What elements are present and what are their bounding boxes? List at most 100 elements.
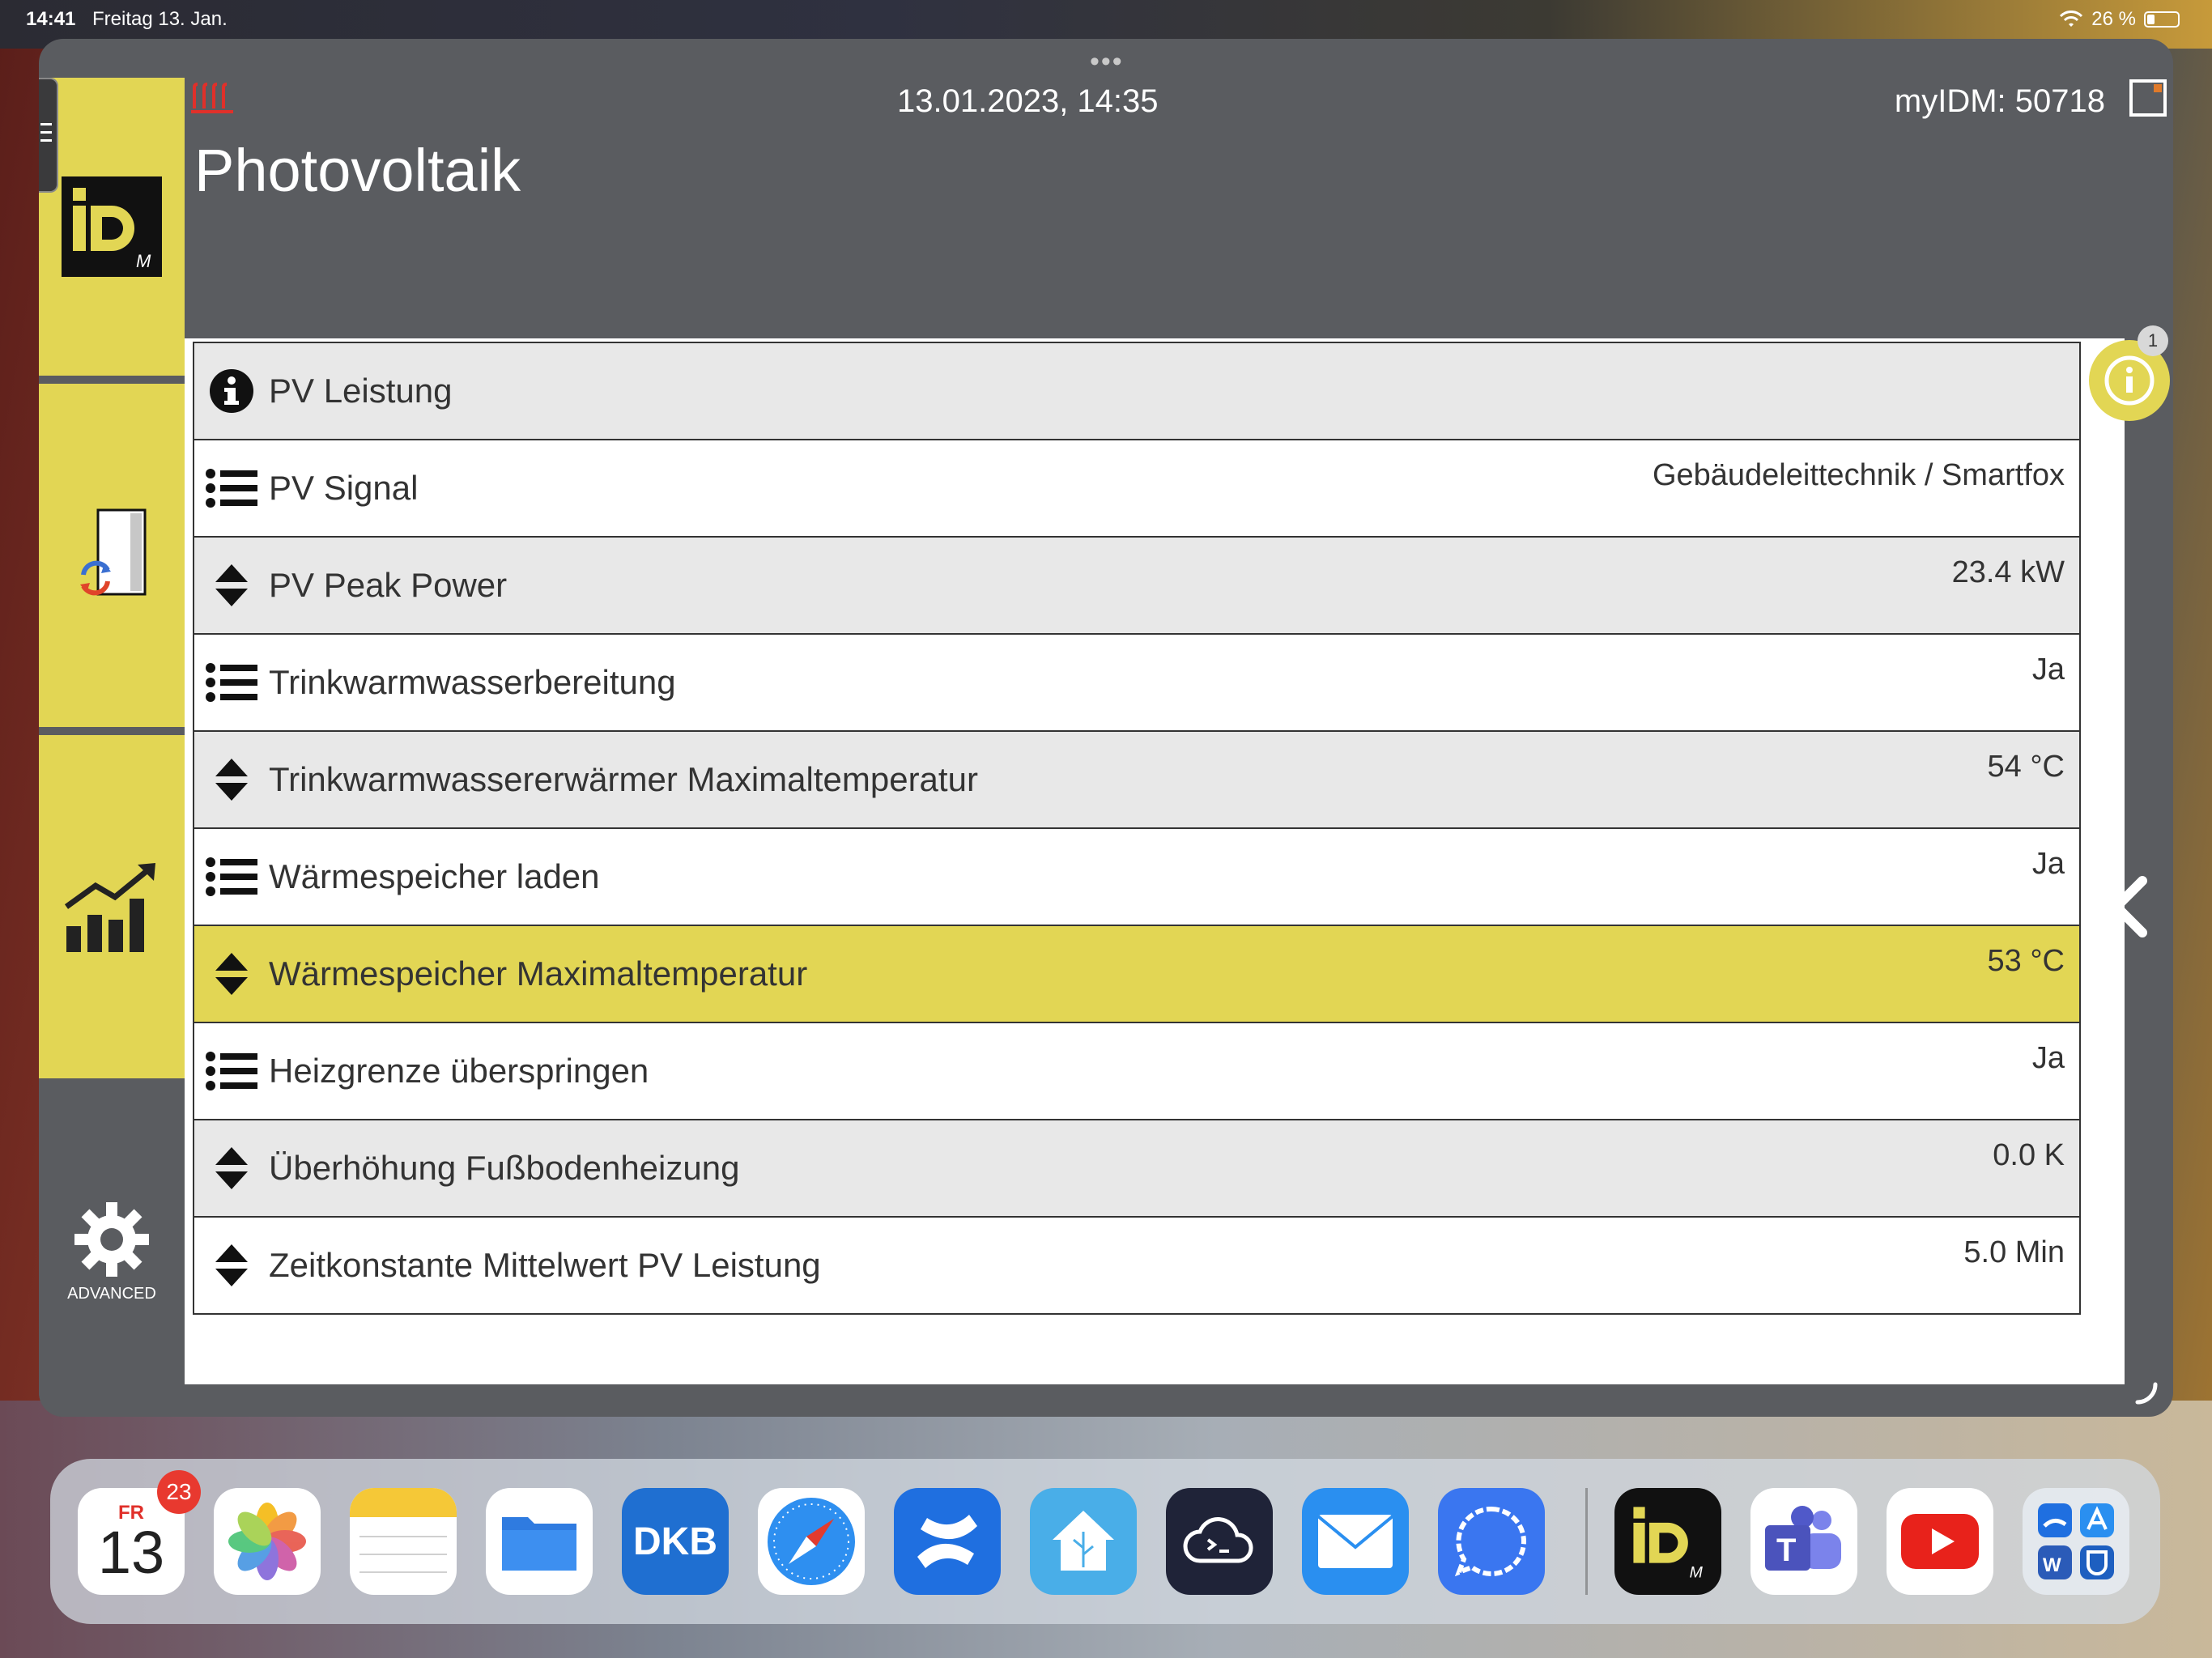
battery-icon: [2144, 11, 2180, 28]
resize-handle-icon[interactable]: [2134, 1381, 2159, 1405]
confluence-icon: [917, 1515, 977, 1568]
dock-app-confluence[interactable]: [894, 1488, 1001, 1595]
list-item-heizgrenze-ueberspringen[interactable]: Heizgrenze überspringen Ja: [194, 1023, 2079, 1120]
dock-app-signal[interactable]: [1438, 1488, 1545, 1595]
network-status-icon[interactable]: [2129, 79, 2167, 117]
info-circle-icon: [2104, 355, 2155, 406]
menu-lines-icon: [40, 123, 52, 142]
dock-app-dkb[interactable]: DKB: [622, 1488, 729, 1595]
slide-over-handle[interactable]: [39, 78, 58, 193]
svg-text:W: W: [2043, 1554, 2061, 1576]
row-label: PV Leistung: [269, 372, 453, 410]
dock-app-notes[interactable]: [350, 1488, 457, 1595]
dock-app-library[interactable]: W: [2023, 1488, 2129, 1595]
row-value: Gebäudeleittechnik / Smartfox: [1652, 458, 2065, 492]
sidebar: M ADVANCED: [39, 78, 185, 1417]
calendar-date: 13: [97, 1519, 165, 1586]
dock-app-teams[interactable]: T: [1750, 1488, 1857, 1595]
list-item-trinkwarmwasserbereitung[interactable]: Trinkwarmwasserbereitung Ja: [194, 635, 2079, 732]
advanced-label: ADVANCED: [67, 1284, 156, 1303]
compass-icon: [768, 1498, 855, 1585]
row-value: 0.0 K: [1993, 1138, 2065, 1172]
list-item-pv-peak-power[interactable]: PV Peak Power 23.4 kW: [194, 538, 2079, 635]
dock-app-photos[interactable]: [214, 1488, 321, 1595]
list-icon: [206, 857, 257, 896]
status-right: 26 %: [2059, 8, 2180, 31]
dock: FR 13 23 DKB M T W: [50, 1459, 2160, 1624]
gear-icon: [74, 1201, 149, 1277]
list-item-pv-signal[interactable]: PV Signal Gebäudeleittechnik / Smartfox: [194, 440, 2079, 538]
chevron-left-icon[interactable]: [2105, 874, 2154, 939]
list-item-pv-leistung[interactable]: PV Leistung: [194, 343, 2079, 440]
status-bar: 14:41 Freitag 13. Jan. 26 %: [0, 0, 2212, 37]
chat-bubble-icon: [1454, 1506, 1526, 1577]
sidebar-item-statistics[interactable]: [39, 735, 185, 1078]
row-label: Wärmespeicher Maximaltemperatur: [269, 954, 808, 993]
idm-logo-icon: M: [62, 176, 162, 277]
header-datetime: 13.01.2023, 14:35: [897, 83, 1159, 119]
row-value: 54 °C: [1987, 750, 2065, 784]
row-label: Überhöhung Fußbodenheizung: [269, 1149, 740, 1187]
app-library-icon: W: [2038, 1503, 2114, 1579]
header-myidm: myIDM: 50718: [1894, 83, 2105, 119]
row-label: Trinkwarmwasserbereitung: [269, 663, 676, 701]
svg-text:M: M: [1690, 1563, 1704, 1581]
sidebar-item-advanced[interactable]: ADVANCED: [39, 1086, 185, 1417]
updown-icon: [215, 1147, 248, 1189]
battery-percent: 26 %: [2091, 8, 2136, 30]
idm-app-icon: M: [1633, 1507, 1704, 1581]
heater-icon: [191, 83, 233, 113]
row-value: Ja: [2031, 847, 2065, 881]
app-window: ••• M ADVANCED 13.01.2023, 14:35 myIDM: …: [39, 39, 2173, 1417]
cloud-terminal-icon: [1183, 1517, 1253, 1563]
photos-icon: [228, 1503, 306, 1580]
list-item-waermespeicher-maximaltemperatur[interactable]: Wärmespeicher Maximaltemperatur 53 °C: [194, 926, 2079, 1023]
sidebar-item-system[interactable]: [39, 384, 185, 727]
row-value: 23.4 kW: [1951, 555, 2065, 589]
list-icon: [206, 469, 257, 508]
home-assistant-icon: [1053, 1511, 1114, 1571]
wifi-icon: [2060, 11, 2083, 27]
updown-icon: [215, 564, 248, 606]
folder-icon: [502, 1517, 576, 1571]
row-label: Zeitkonstante Mittelwert PV Leistung: [269, 1246, 821, 1284]
svg-text:T: T: [1776, 1533, 1796, 1568]
info-icon: [210, 369, 253, 413]
dock-separator: [1585, 1488, 1588, 1595]
sidebar-logo[interactable]: M: [39, 78, 185, 376]
teams-icon: T: [1765, 1506, 1841, 1571]
dock-app-myidm[interactable]: M: [1614, 1488, 1721, 1595]
row-label: Heizgrenze überspringen: [269, 1052, 649, 1090]
row-label: Wärmespeicher laden: [269, 857, 600, 895]
list-item-trinkwarmwassererwaermer-maximaltemperatur[interactable]: Trinkwarmwassererwärmer Maximaltemperatu…: [194, 732, 2079, 829]
row-label: Trinkwarmwassererwärmer Maximaltemperatu…: [269, 760, 978, 798]
page-title: Photovoltaik: [194, 137, 521, 204]
updown-icon: [215, 953, 248, 995]
dock-app-youtube[interactable]: [1887, 1488, 1993, 1595]
updown-icon: [215, 1244, 248, 1286]
status-date: Freitag 13. Jan.: [92, 8, 228, 30]
list-icon: [206, 663, 257, 702]
mail-icon: [1317, 1515, 1394, 1568]
dock-app-safari[interactable]: [758, 1488, 865, 1595]
list-icon: [206, 1052, 257, 1090]
list-item-ueberhoehung-fussbodenheizung[interactable]: Überhöhung Fußbodenheizung 0.0 K: [194, 1120, 2079, 1218]
dock-app-mail[interactable]: [1302, 1488, 1409, 1595]
bar-chart-icon: [64, 863, 155, 952]
svg-text:M: M: [136, 251, 151, 271]
status-time: 14:41: [26, 8, 76, 30]
settings-list: PV Leistung PV Signal Gebäudeleittechnik…: [193, 342, 2081, 1315]
row-value: 53 °C: [1987, 944, 2065, 978]
row-value: Ja: [2031, 1041, 2065, 1075]
list-item-waermespeicher-laden[interactable]: Wärmespeicher laden Ja: [194, 829, 2079, 926]
window-menu-dots[interactable]: •••: [1090, 48, 1124, 75]
building-refresh-icon: [80, 508, 147, 596]
dock-app-home-assistant[interactable]: [1030, 1488, 1137, 1595]
dock-app-prompt[interactable]: [1166, 1488, 1273, 1595]
list-item-zeitkonstante-mittelwert[interactable]: Zeitkonstante Mittelwert PV Leistung 5.0…: [194, 1218, 2079, 1313]
row-label: PV Peak Power: [269, 566, 508, 604]
calendar-badge: 23: [157, 1470, 201, 1514]
youtube-icon: [1901, 1514, 1979, 1569]
dock-app-files[interactable]: [486, 1488, 593, 1595]
dkb-label: DKB: [633, 1520, 717, 1563]
